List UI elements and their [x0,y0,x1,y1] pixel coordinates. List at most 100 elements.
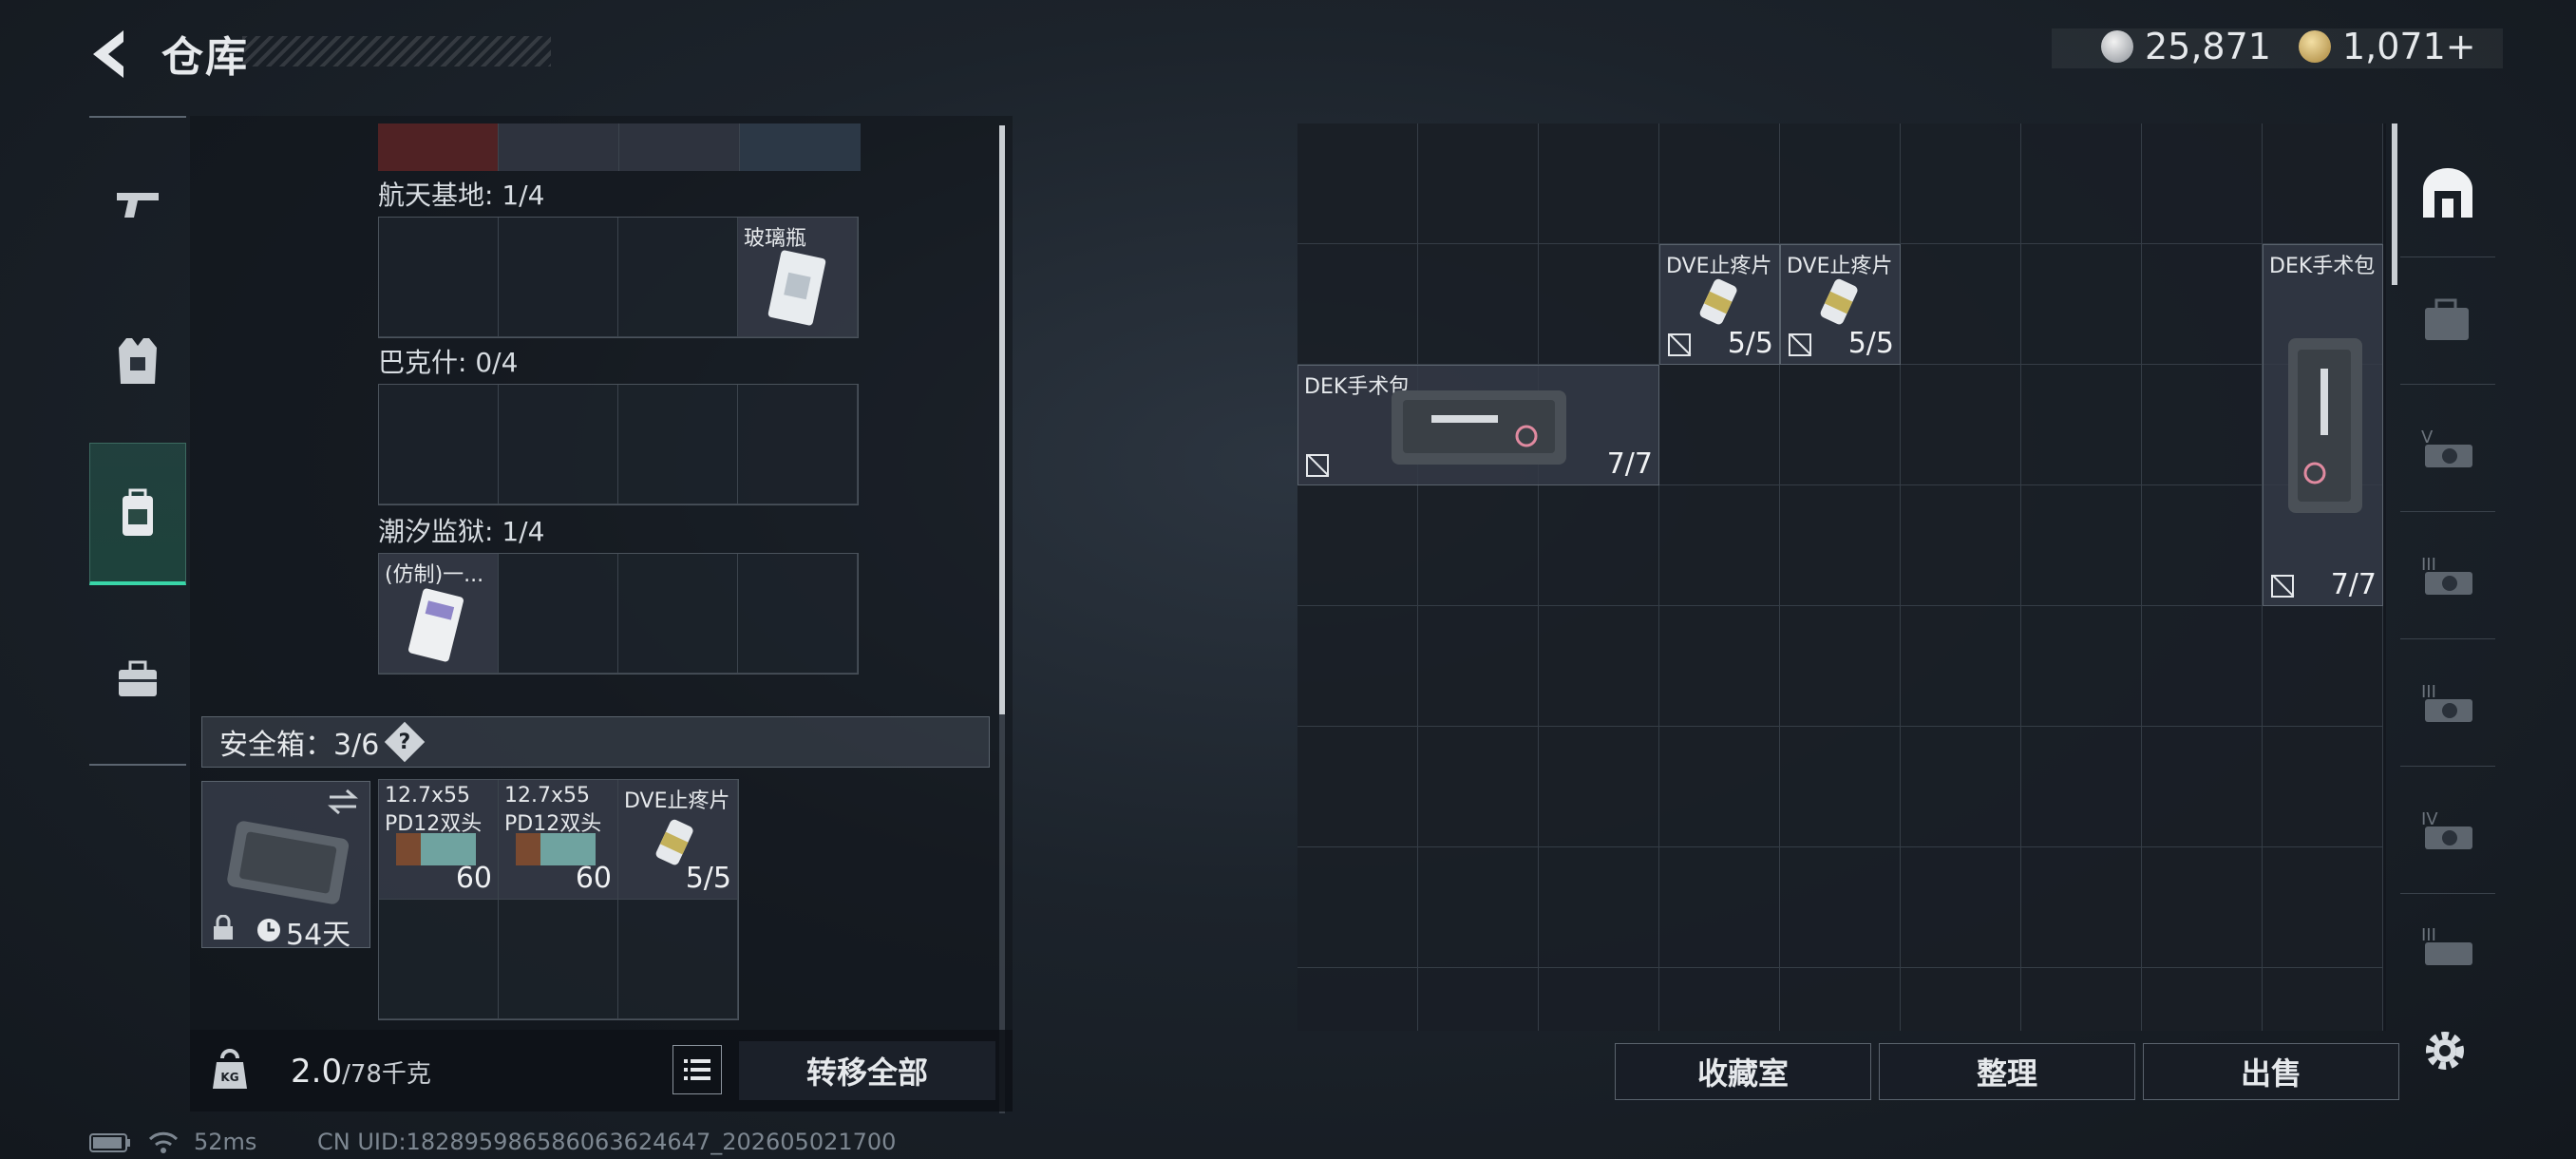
stash-slot[interactable] [1297,485,1418,606]
stash-slot[interactable] [1539,244,1659,365]
collection-slot[interactable] [738,385,858,504]
collection-item[interactable]: 玻璃瓶 [738,218,858,337]
stash-slot[interactable] [1780,847,1901,968]
stash-slot[interactable] [2021,727,2142,847]
sidebar-item-armor[interactable] [89,290,186,432]
swap-icon[interactable] [326,788,360,816]
stash-slot[interactable] [1297,968,1418,1031]
collection-slot[interactable] [379,385,499,504]
settings-button[interactable] [2420,1026,2470,1075]
stash-slot[interactable] [1297,847,1418,968]
stash-slot[interactable] [1659,606,1780,727]
sidebar-item-weapons[interactable] [89,133,186,276]
collection-slot[interactable] [738,554,858,674]
stash-slot[interactable] [1901,124,2021,244]
stash-tab-6[interactable]: IV [2400,766,2495,894]
stash-slot[interactable] [2263,968,2383,1031]
stash-tab-2[interactable] [2400,256,2495,385]
stash-slot[interactable] [1418,727,1539,847]
safebox-slot[interactable] [379,900,499,1019]
stash-slot[interactable] [2263,124,2383,244]
safebox-item[interactable]: 12.7x55 PD12双头 60 [499,780,618,900]
help-icon[interactable]: ? [385,721,426,763]
stash-slot[interactable] [1780,124,1901,244]
stash-slot[interactable] [2142,847,2263,968]
stash-slot[interactable] [1780,485,1901,606]
safebox-slot[interactable] [499,900,618,1019]
stash-slot[interactable] [1297,124,1418,244]
stash-slot[interactable] [1297,727,1418,847]
stash-slot[interactable] [2021,847,2142,968]
collection-slot[interactable] [499,554,618,674]
stash-slot[interactable] [1539,124,1659,244]
stash-slot[interactable] [2021,124,2142,244]
stash-slot[interactable] [2021,365,2142,485]
stash-slot[interactable] [1901,847,2021,968]
stash-slot[interactable] [1780,727,1901,847]
stash-slot[interactable] [1901,727,2021,847]
stash-slot[interactable] [1539,485,1659,606]
stash-slot[interactable] [1659,485,1780,606]
stash-slot[interactable] [1780,365,1901,485]
stash-tab-main[interactable] [2400,129,2495,257]
stash-tab-4[interactable]: III [2400,511,2495,639]
stash-slot[interactable] [2142,244,2263,365]
stash-slot[interactable] [1418,485,1539,606]
collection-slot[interactable] [379,218,499,337]
item-thumb-partial[interactable] [619,124,740,171]
stash-grid-panel[interactable]: DVE止疼片 5/5 DVE止疼片 5/5 DEK手术包 7/7 DEK手术包 [1297,124,2386,1031]
stash-slot[interactable] [1780,968,1901,1031]
stash-slot[interactable] [2021,244,2142,365]
sidebar-item-tools[interactable] [89,608,186,750]
stash-slot[interactable] [2021,485,2142,606]
stash-item[interactable]: DEK手术包 7/7 [2263,244,2383,606]
stash-slot[interactable] [1418,847,1539,968]
stash-slot[interactable] [2021,606,2142,727]
stash-slot[interactable] [1418,124,1539,244]
stash-slot[interactable] [2142,365,2263,485]
safebox-item[interactable]: DVE止疼片 5/5 [618,780,738,900]
stash-slot[interactable] [1539,606,1659,727]
item-thumb-partial[interactable] [499,124,619,171]
stash-scrollbar-thumb[interactable] [2392,124,2397,285]
stash-slot[interactable] [1418,606,1539,727]
gold-currency[interactable]: 1,071+ [2299,21,2476,72]
stash-slot[interactable] [2263,727,2383,847]
stash-slot[interactable] [1659,847,1780,968]
stash-slot[interactable] [1297,606,1418,727]
stash-slot[interactable] [1297,244,1418,365]
sell-button[interactable]: 出售 [2143,1043,2399,1100]
safebox-item[interactable]: 12.7x55 PD12双头 60 [379,780,499,900]
item-thumb-partial[interactable] [378,124,499,171]
collection-slot[interactable] [618,385,738,504]
stash-slot[interactable] [2021,968,2142,1031]
collection-item[interactable]: (仿制)一... [379,554,499,674]
stash-tab-5[interactable]: III [2400,638,2495,767]
stash-slot[interactable] [2142,124,2263,244]
stash-item[interactable]: DEK手术包 7/7 [1297,365,1659,485]
stash-slot[interactable] [1901,485,2021,606]
safebox-slot[interactable] [618,900,738,1019]
stash-tab-3[interactable]: V [2400,384,2495,512]
collection-slot[interactable] [499,218,618,337]
stash-slot[interactable] [1659,968,1780,1031]
stash-slot[interactable] [1780,606,1901,727]
stash-item[interactable]: DVE止疼片 5/5 [1659,244,1780,365]
list-view-button[interactable] [672,1045,722,1094]
stash-slot[interactable] [1539,847,1659,968]
collection-slot[interactable] [618,218,738,337]
stash-slot[interactable] [1539,968,1659,1031]
stash-slot[interactable] [2142,727,2263,847]
stash-slot[interactable] [2263,606,2383,727]
stash-slot[interactable] [1901,244,2021,365]
collection-slot[interactable] [499,385,618,504]
stash-slot[interactable] [2263,847,2383,968]
safebox-container[interactable]: 54天 [201,781,370,952]
stash-tab-7[interactable]: III [2400,893,2495,998]
stash-slot[interactable] [1659,727,1780,847]
back-button[interactable] [85,27,135,82]
stash-item[interactable]: DVE止疼片 5/5 [1780,244,1901,365]
left-scrollbar-thumb[interactable] [999,125,1005,714]
sort-button[interactable]: 整理 [1879,1043,2135,1100]
stash-slot[interactable] [2142,606,2263,727]
